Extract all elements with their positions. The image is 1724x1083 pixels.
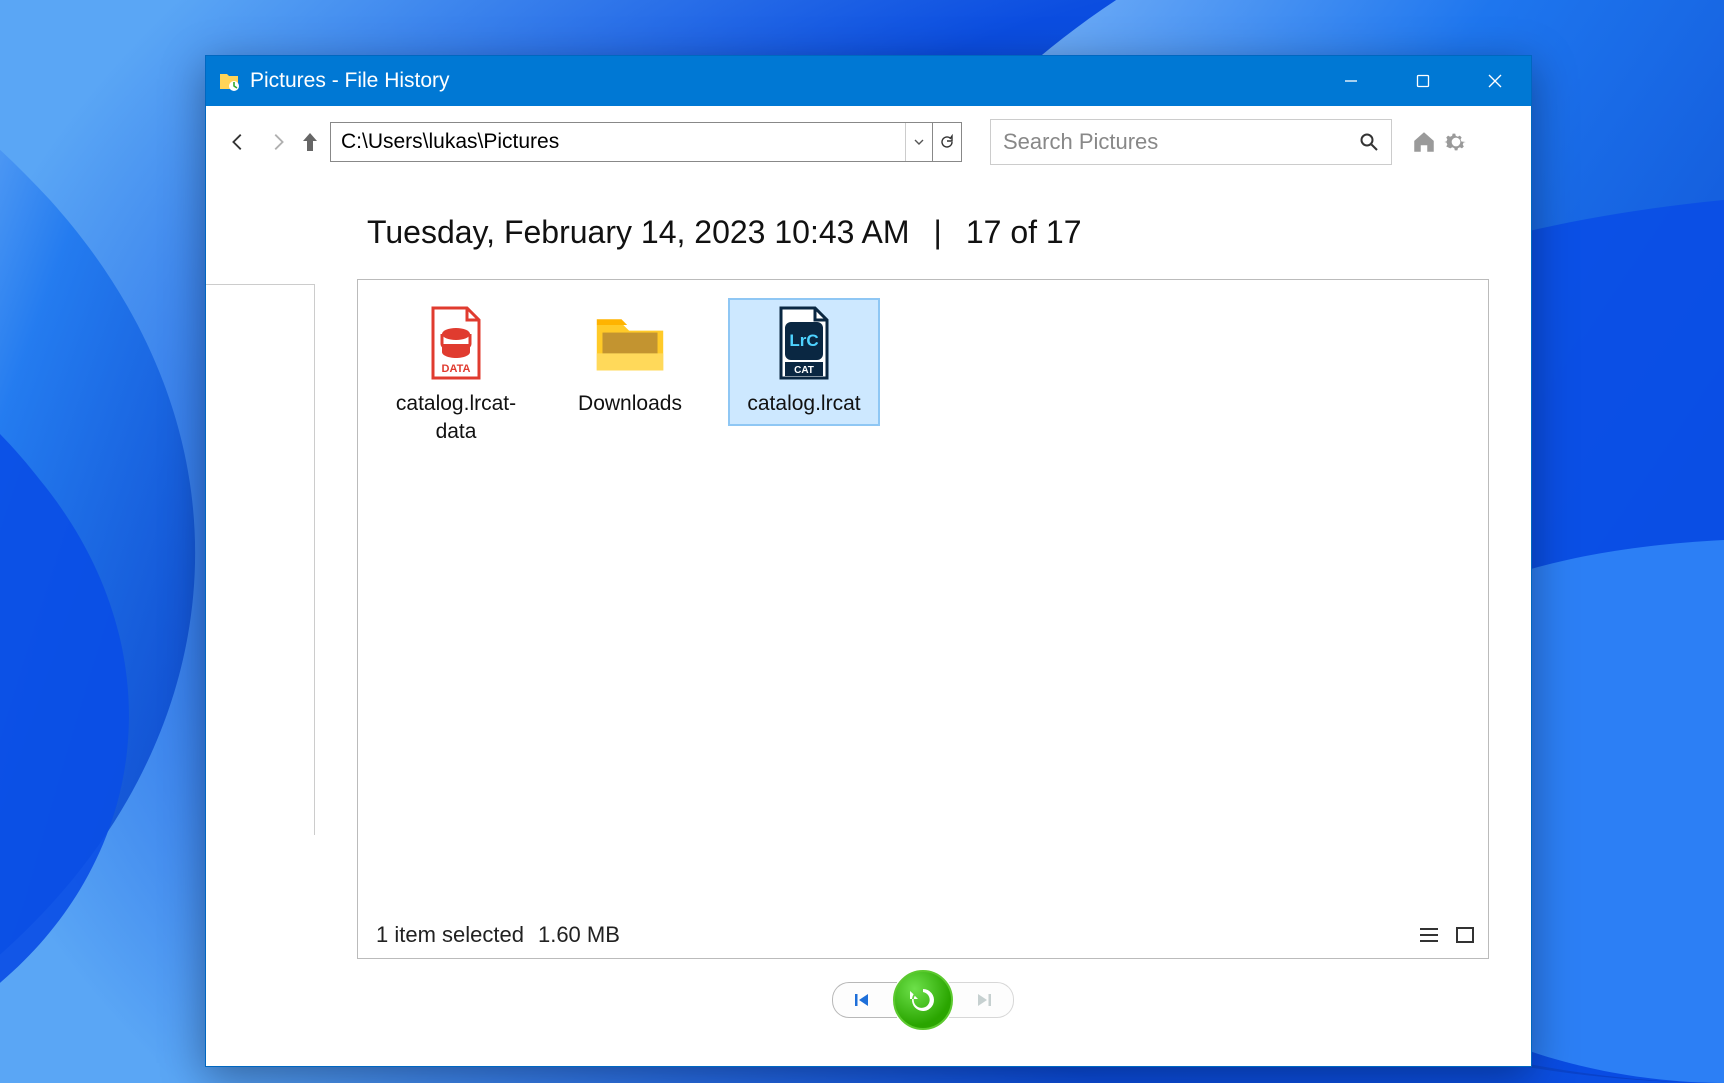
- items-container: DATA catalog.lrcat-data: [380, 298, 1466, 455]
- item-label: catalog.lrcat: [747, 390, 860, 418]
- lrc-file-icon: LrC CAT: [767, 306, 841, 380]
- folder-item[interactable]: Downloads: [554, 298, 706, 426]
- forward-button[interactable]: [262, 126, 294, 158]
- svg-text:CAT: CAT: [794, 365, 814, 376]
- version-date: Tuesday, February 14, 2023 10:43 AM: [367, 214, 910, 251]
- version-nav-footer: [357, 959, 1489, 1041]
- up-button[interactable]: [298, 126, 322, 158]
- file-item-lrcat[interactable]: LrC CAT catalog.lrcat: [728, 298, 880, 426]
- nav-pane-stub: [206, 284, 315, 835]
- data-file-icon: DATA: [419, 306, 493, 380]
- search-icon[interactable]: [1347, 132, 1391, 152]
- home-icon[interactable]: [1410, 128, 1438, 156]
- file-list-pane[interactable]: DATA catalog.lrcat-data: [357, 279, 1489, 959]
- svg-text:LrC: LrC: [789, 331, 818, 350]
- version-header: Tuesday, February 14, 2023 10:43 AM | 17…: [367, 214, 1489, 251]
- selection-size: 1.60 MB: [538, 922, 620, 948]
- file-item-data[interactable]: DATA catalog.lrcat-data: [380, 298, 532, 455]
- address-bar[interactable]: [330, 122, 962, 162]
- icons-view-button[interactable]: [1452, 922, 1478, 948]
- close-button[interactable]: [1459, 56, 1531, 106]
- maximize-button[interactable]: [1387, 56, 1459, 106]
- next-version-button[interactable]: [949, 982, 1014, 1018]
- folder-icon: [593, 306, 667, 380]
- toolbar: [206, 106, 1531, 178]
- item-label: catalog.lrcat-data: [386, 390, 526, 447]
- status-bar: 1 item selected 1.60 MB: [376, 922, 1478, 948]
- app-icon: [218, 70, 240, 92]
- back-button[interactable]: [222, 126, 254, 158]
- details-view-button[interactable]: [1416, 922, 1442, 948]
- selection-status: 1 item selected: [376, 922, 524, 948]
- gear-icon[interactable]: [1442, 128, 1470, 156]
- svg-text:DATA: DATA: [442, 363, 471, 375]
- version-position: 17 of 17: [966, 214, 1082, 251]
- item-label: Downloads: [578, 390, 682, 418]
- search-input[interactable]: [991, 129, 1347, 155]
- address-dropdown[interactable]: [905, 123, 932, 161]
- restore-button[interactable]: [893, 970, 953, 1030]
- minimize-button[interactable]: [1315, 56, 1387, 106]
- address-input[interactable]: [331, 123, 905, 161]
- header-separator: |: [934, 214, 942, 251]
- file-history-window: Pictures - File History: [205, 55, 1532, 1067]
- window-title: Pictures - File History: [250, 69, 450, 93]
- previous-version-button[interactable]: [832, 982, 897, 1018]
- search-box[interactable]: [990, 119, 1392, 165]
- titlebar[interactable]: Pictures - File History: [206, 56, 1531, 106]
- refresh-button[interactable]: [932, 123, 961, 161]
